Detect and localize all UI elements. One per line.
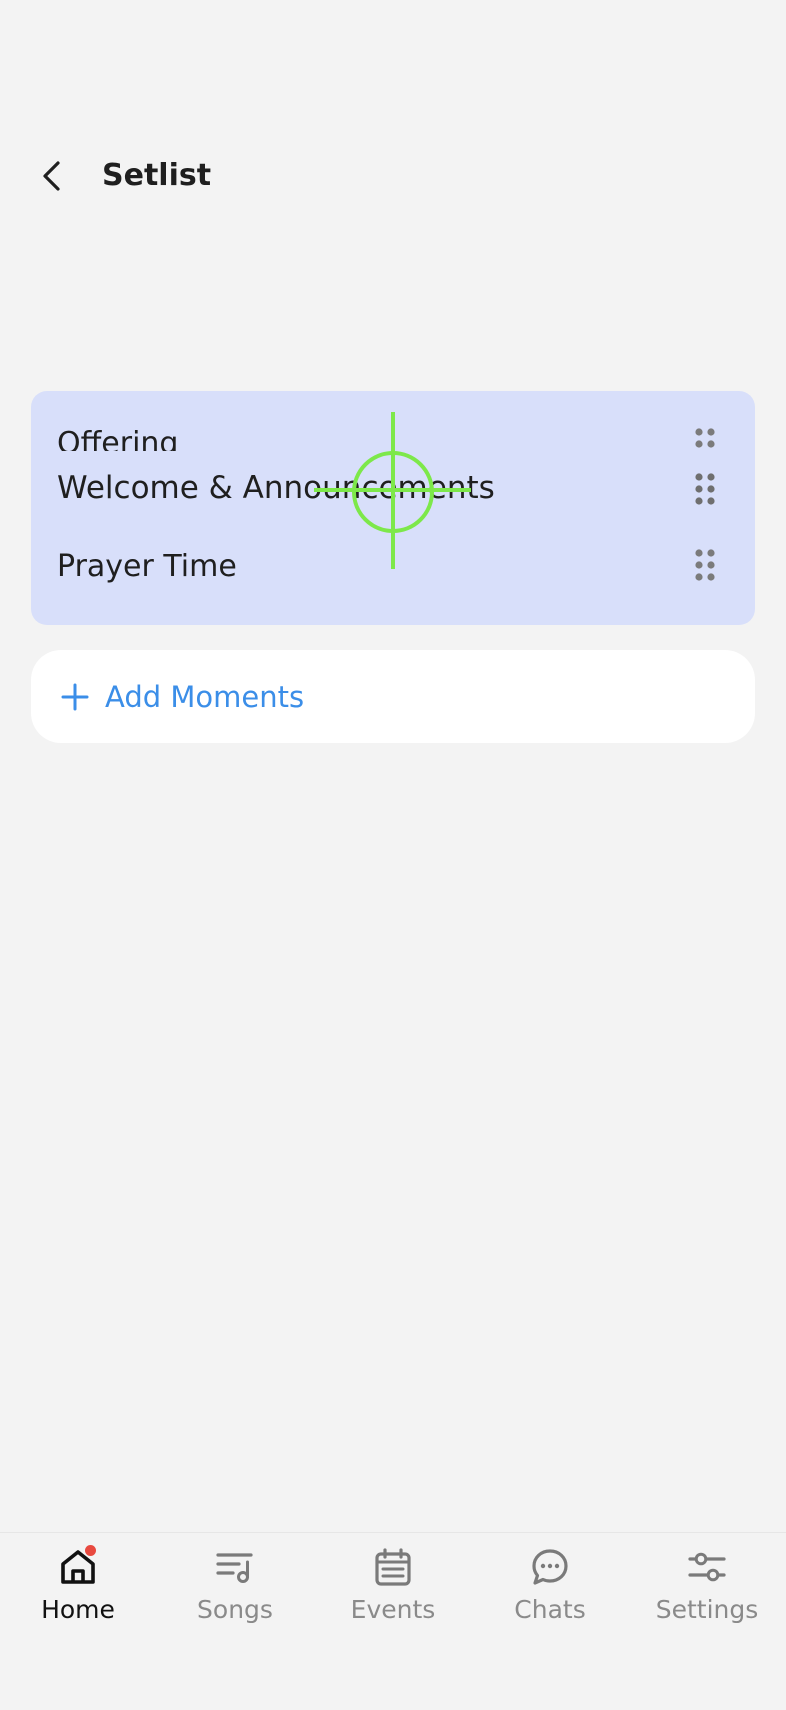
notification-dot [85,1545,96,1556]
nav-item-label: Events [350,1595,436,1624]
setlist-item-label: Offering [57,426,179,451]
nav-item-songs[interactable]: Songs [160,1547,310,1647]
nav-item-home[interactable]: Home [3,1545,153,1647]
nav-item-label: Settings [655,1595,759,1624]
drag-handle-icon[interactable] [693,472,717,506]
nav-item-events[interactable]: Events [318,1547,468,1647]
drag-handle-icon[interactable] [693,427,717,451]
setlist-item-offering[interactable]: Offering [31,391,755,451]
nav-item-settings[interactable]: Settings [632,1547,782,1647]
top-bar: Setlist [0,140,786,212]
setlist-list: Offering Welcome & Announcements Prayer … [31,391,755,625]
nav-item-chats[interactable]: Chats [475,1547,625,1647]
setlist-item-label: Prayer Time [57,549,237,584]
home-icon [58,1545,98,1587]
calendar-icon [373,1547,413,1587]
setlist-item-prayer-time[interactable]: Prayer Time [31,529,755,619]
page-title: Setlist [102,158,212,193]
bottom-nav: Home Songs Events Chats Settings [0,1532,786,1710]
chevron-left-icon [43,161,60,191]
nav-item-label: Chats [514,1595,586,1624]
add-moments-button[interactable]: Add Moments [31,650,755,743]
drag-handle-icon[interactable] [693,548,717,582]
setlist-item-welcome-announcements[interactable]: Welcome & Announcements [31,452,755,524]
songs-icon [215,1547,255,1587]
setlist-item-label: Welcome & Announcements [57,470,495,506]
sliders-icon [687,1547,727,1587]
plus-icon [61,683,89,710]
nav-item-label: Songs [197,1595,273,1624]
back-button[interactable] [32,154,72,198]
nav-item-label: Home [41,1595,115,1624]
add-moments-label: Add Moments [105,679,305,714]
chat-icon [530,1547,570,1587]
